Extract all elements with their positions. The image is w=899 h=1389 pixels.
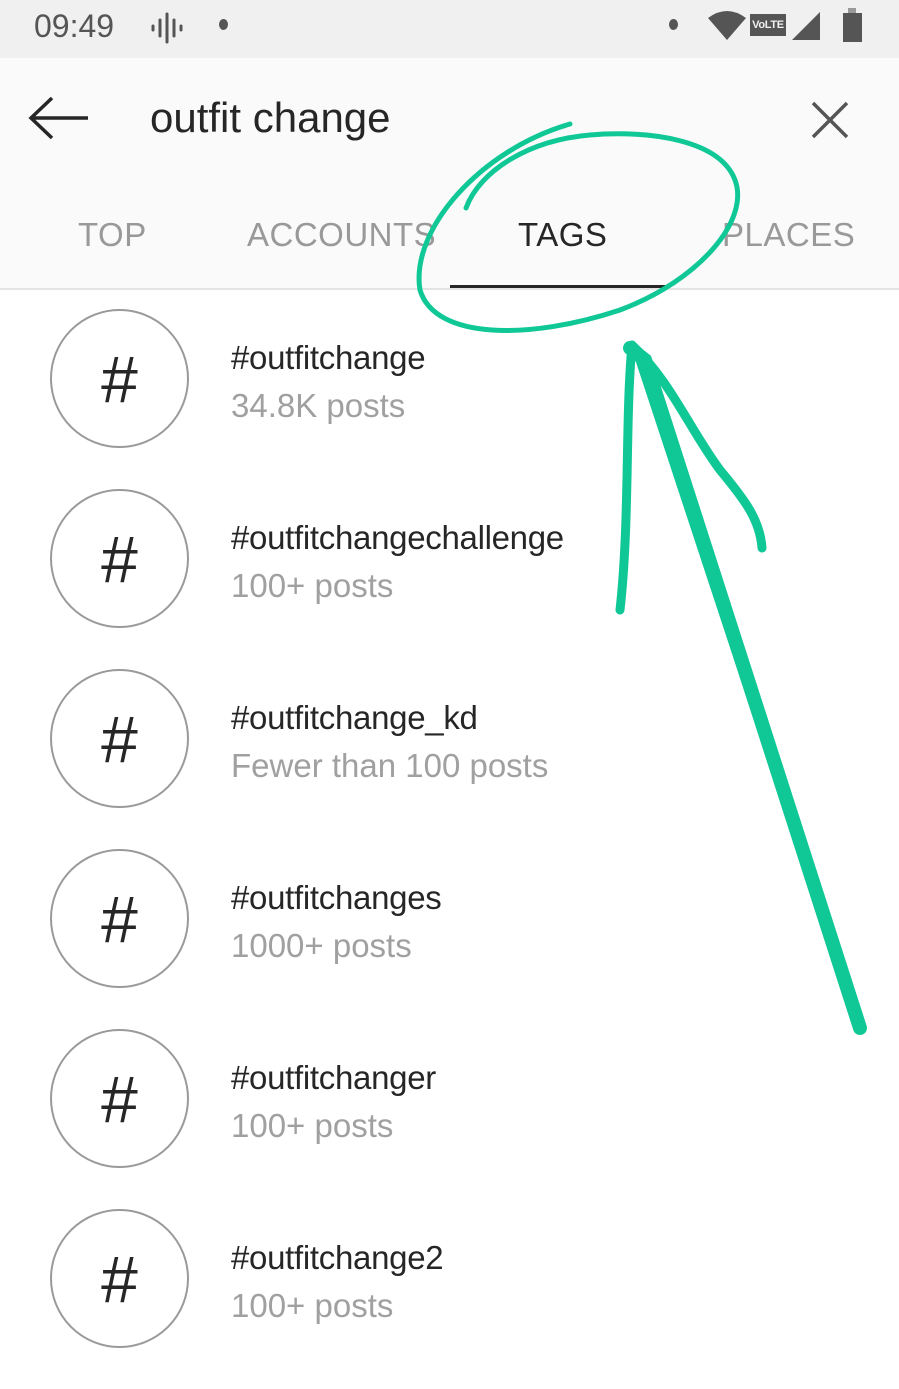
post-count: 1000+ posts [231, 927, 412, 964]
post-count: 100+ posts [231, 1107, 394, 1144]
list-item[interactable]: # #outfitchange_kd Fewer than 100 posts [0, 669, 899, 849]
tag-name: #outfitchangechallenge [231, 519, 564, 556]
podcast-notification-icon [151, 12, 183, 44]
hashtag-icon: # [50, 1029, 189, 1168]
active-tab-indicator [450, 285, 670, 288]
back-arrow-icon[interactable] [28, 96, 90, 140]
tab-places[interactable]: PLACES [722, 216, 855, 254]
list-item[interactable]: # #outfitchanges 1000+ posts [0, 849, 899, 1029]
battery-icon [843, 8, 862, 42]
notification-dot-icon [669, 19, 678, 30]
notification-dot-icon [219, 19, 228, 30]
search-input[interactable]: outfit change [150, 94, 391, 142]
tag-name: #outfitchange [231, 339, 426, 376]
close-icon[interactable] [810, 100, 850, 140]
tab-top[interactable]: TOP [78, 216, 147, 254]
search-header: outfit change TOP ACCOUNTS TAGS PLACES [0, 58, 899, 290]
post-count: 34.8K posts [231, 387, 406, 424]
tag-name: #outfitchange_kd [231, 699, 478, 736]
post-count: Fewer than 100 posts [231, 747, 549, 784]
wifi-icon [708, 11, 746, 40]
post-count: 100+ posts [231, 1287, 394, 1324]
hashtag-icon: # [50, 849, 189, 988]
volte-indicator: VoLTE [750, 14, 786, 36]
signal-icon [792, 12, 820, 40]
hashtag-icon: # [50, 669, 189, 808]
tab-tags[interactable]: TAGS [518, 216, 607, 254]
hashtag-icon: # [50, 309, 189, 448]
list-item[interactable]: # #outfitchange 34.8K posts [0, 309, 899, 489]
list-item[interactable]: # #outfitchanger 100+ posts [0, 1029, 899, 1209]
status-time: 09:49 [34, 8, 115, 44]
list-item[interactable]: # #outfitchangechallenge 100+ posts [0, 489, 899, 669]
tab-accounts[interactable]: ACCOUNTS [247, 216, 436, 254]
tag-name: #outfitchanger [231, 1059, 436, 1096]
status-bar: 09:49 VoLTE [0, 0, 899, 58]
tag-name: #outfitchanges [231, 879, 442, 916]
hashtag-icon: # [50, 1209, 189, 1348]
post-count: 100+ posts [231, 567, 394, 604]
hashtag-icon: # [50, 489, 189, 628]
list-item[interactable]: # #outfitchange2 100+ posts [0, 1209, 899, 1389]
tag-name: #outfitchange2 [231, 1239, 444, 1276]
